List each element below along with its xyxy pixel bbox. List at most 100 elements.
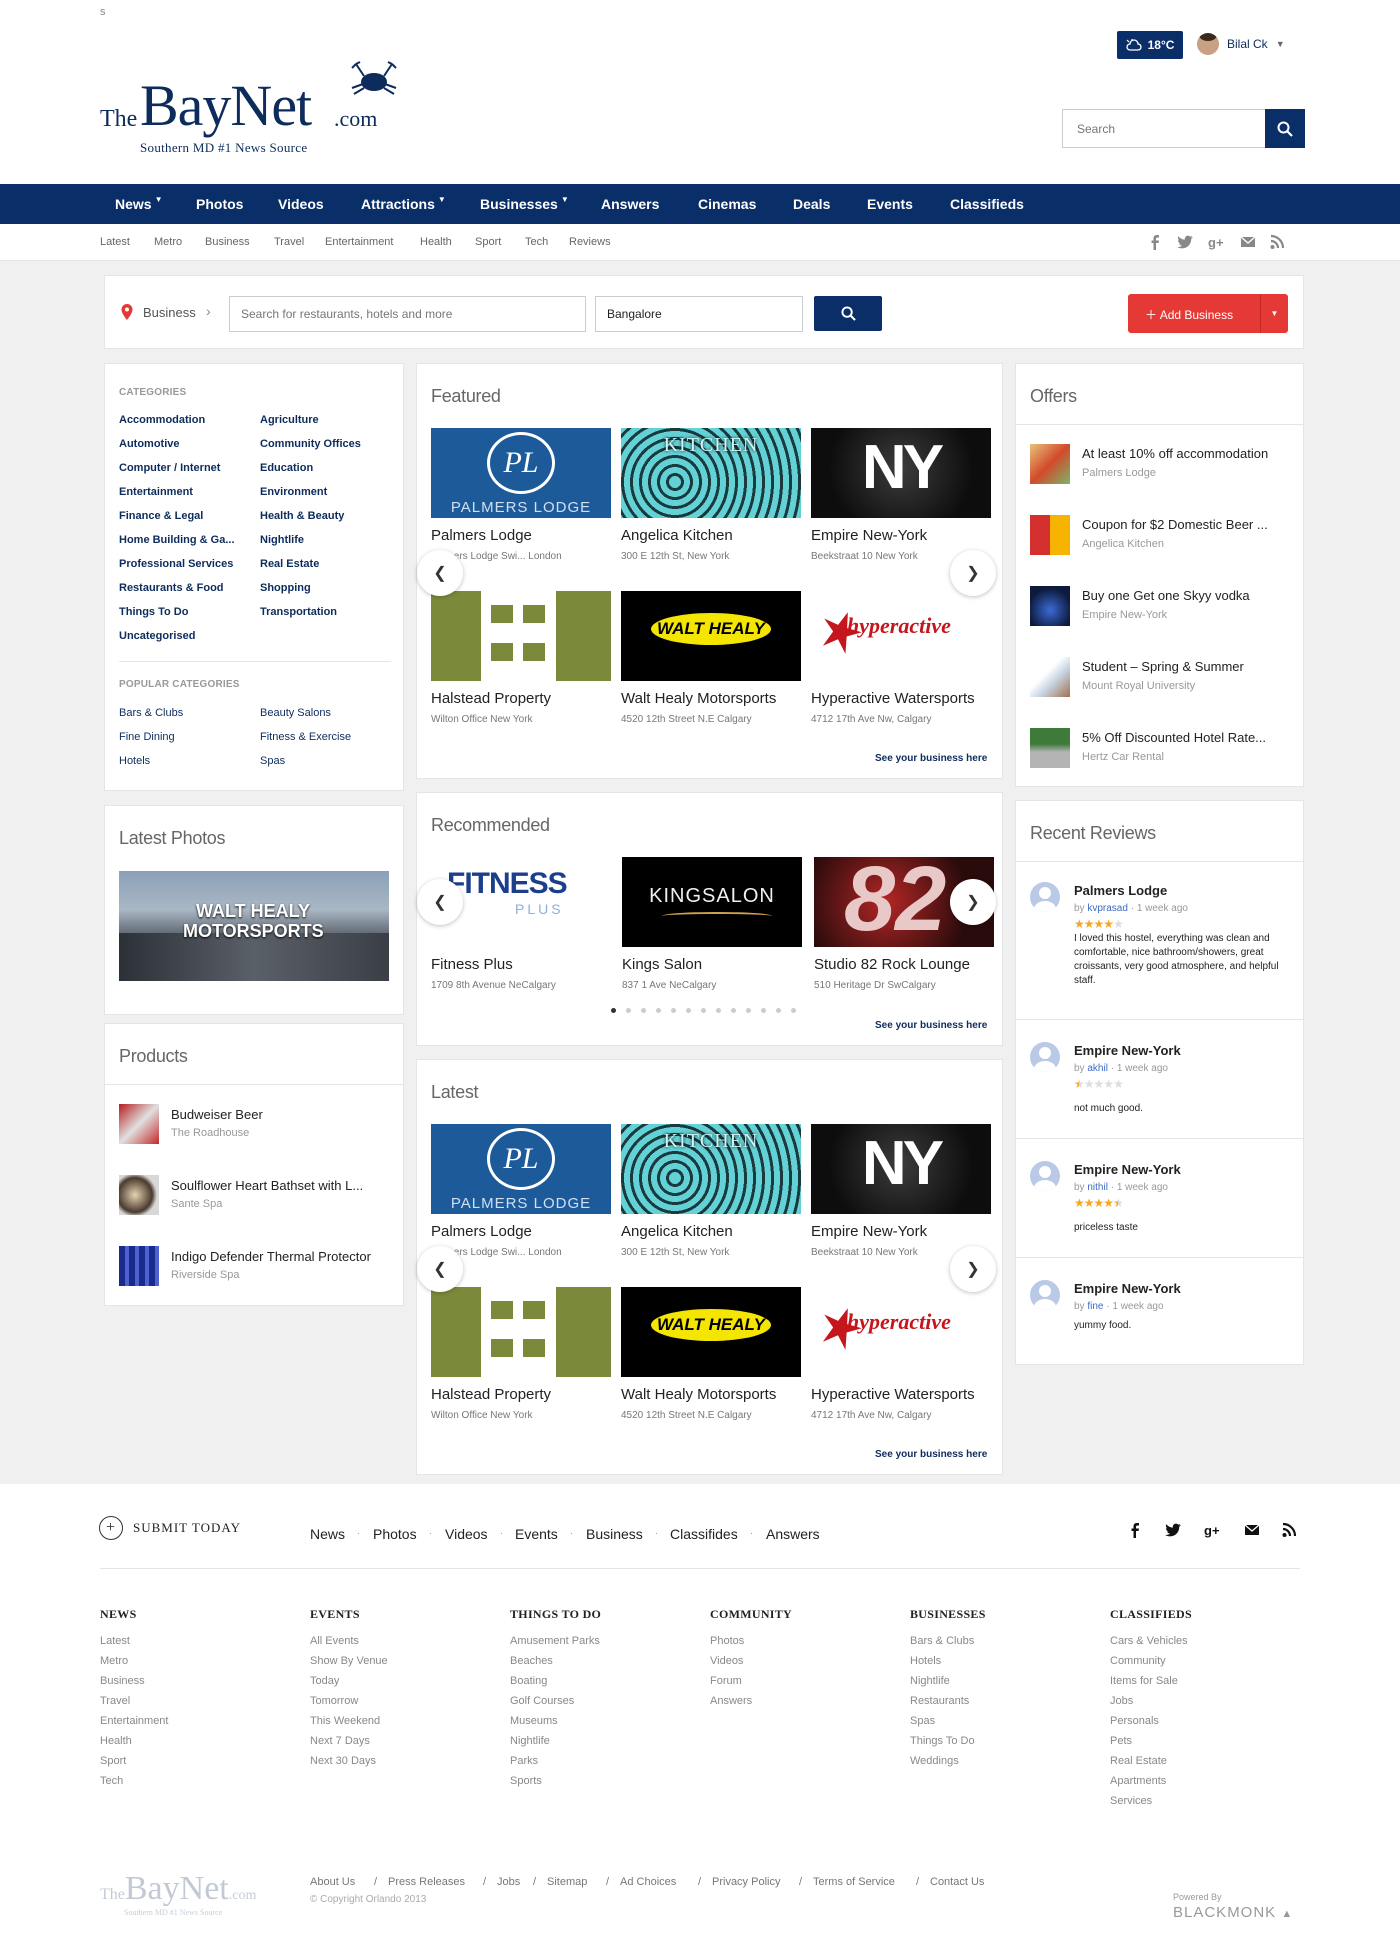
category-item[interactable]: Entertainment <box>119 486 193 498</box>
category-item[interactable]: Community Offices <box>260 438 361 450</box>
offer-title[interactable]: Buy one Get one Skyy vodka <box>1082 588 1250 603</box>
carousel-dot[interactable] <box>641 1008 646 1013</box>
category-item[interactable]: Home Building & Ga... <box>119 534 235 546</box>
subnav-health[interactable]: Health <box>420 236 452 248</box>
nav-news[interactable]: News ▼ <box>115 184 163 224</box>
footer-link-classifides[interactable]: Classifides <box>670 1526 738 1542</box>
business-tile[interactable]: KITCHEN Angelica Kitchen 300 E 12th St, … <box>621 428 801 562</box>
footer-column-link[interactable]: Business <box>100 1675 145 1687</box>
carousel-dot[interactable] <box>716 1008 721 1013</box>
carousel-next-button[interactable]: ❯ <box>950 1246 996 1292</box>
offer-title[interactable]: Student – Spring & Summer <box>1082 659 1244 674</box>
footer-column-link[interactable]: Sports <box>510 1775 542 1787</box>
carousel-dot[interactable] <box>701 1008 706 1013</box>
category-item[interactable]: Computer / Internet <box>119 462 220 474</box>
footer-column-link[interactable]: Bars & Clubs <box>910 1635 974 1647</box>
carousel-next-button[interactable]: ❯ <box>950 550 996 596</box>
blackmonk-logo[interactable]: BLACKMONK ▲ <box>1173 1904 1293 1921</box>
subnav-tech[interactable]: Tech <box>525 236 548 248</box>
google-plus-icon[interactable]: g+ <box>1208 234 1226 250</box>
carousel-dot[interactable] <box>671 1008 676 1013</box>
footer-bottom-link[interactable]: Sitemap <box>547 1876 587 1888</box>
offer-image[interactable] <box>1030 657 1070 697</box>
business-tile[interactable]: hyperactive Hyperactive Watersports 4712… <box>811 1287 991 1421</box>
footer-column-link[interactable]: Golf Courses <box>510 1695 574 1707</box>
footer-column-link[interactable]: Forum <box>710 1675 742 1687</box>
search-button[interactable] <box>1265 109 1305 148</box>
offer-image[interactable] <box>1030 586 1070 626</box>
category-item[interactable]: Uncategorised <box>119 630 195 642</box>
submit-today-button[interactable]: + SUBMIT TODAY <box>99 1516 241 1540</box>
review-business[interactable]: Empire New-York <box>1074 1043 1181 1058</box>
business-tile[interactable]: PL PALMERS LODGE Palmers Lodge Palmers L… <box>431 1124 611 1258</box>
footer-column-link[interactable]: Videos <box>710 1655 743 1667</box>
carousel-prev-button[interactable]: ❮ <box>417 550 463 596</box>
product-name[interactable]: Indigo Defender Thermal Protector <box>171 1249 371 1264</box>
carousel-dot[interactable] <box>611 1008 616 1013</box>
reviewer-link[interactable]: akhil <box>1087 1063 1108 1074</box>
review-business[interactable]: Empire New-York <box>1074 1162 1181 1177</box>
category-item[interactable]: Education <box>260 462 313 474</box>
carousel-dot[interactable] <box>776 1008 781 1013</box>
nav-events[interactable]: Events <box>867 184 913 224</box>
business-tile[interactable]: PL PALMERS LODGE Palmers Lodge Palmers L… <box>431 428 611 562</box>
popular-category-item[interactable]: Spas <box>260 755 285 767</box>
footer-column-link[interactable]: Apartments <box>1110 1775 1166 1787</box>
rss-icon[interactable] <box>1282 1522 1296 1538</box>
business-search-button[interactable] <box>814 296 882 331</box>
business-breadcrumb[interactable]: Business <box>143 305 196 320</box>
see-your-business-link[interactable]: See your business here <box>875 1020 987 1031</box>
category-item[interactable]: Accommodation <box>119 414 205 426</box>
popular-category-item[interactable]: Beauty Salons <box>260 707 331 719</box>
subnav-travel[interactable]: Travel <box>274 236 304 248</box>
footer-column-link[interactable]: Real Estate <box>1110 1755 1167 1767</box>
footer-column-link[interactable]: Personals <box>1110 1715 1159 1727</box>
review-business[interactable]: Palmers Lodge <box>1074 883 1167 898</box>
footer-column-link[interactable]: Cars & Vehicles <box>1110 1635 1188 1647</box>
mail-icon[interactable] <box>1244 1522 1260 1538</box>
carousel-dot[interactable] <box>656 1008 661 1013</box>
footer-column-link[interactable]: Beaches <box>510 1655 553 1667</box>
see-your-business-link[interactable]: See your business here <box>875 753 987 764</box>
category-item[interactable]: Agriculture <box>260 414 319 426</box>
add-business-button[interactable]: ＋ Add Business ▼ <box>1128 294 1288 333</box>
footer-column-link[interactable]: Sport <box>100 1755 126 1767</box>
popular-category-item[interactable]: Hotels <box>119 755 150 767</box>
footer-column-link[interactable]: Tomorrow <box>310 1695 358 1707</box>
footer-link-business[interactable]: Business <box>586 1526 643 1542</box>
footer-column-link[interactable]: This Weekend <box>310 1715 380 1727</box>
popular-category-item[interactable]: Bars & Clubs <box>119 707 183 719</box>
footer-link-answers[interactable]: Answers <box>766 1526 820 1542</box>
footer-bottom-link[interactable]: Contact Us <box>930 1876 984 1888</box>
rss-icon[interactable] <box>1270 234 1284 250</box>
category-item[interactable]: Transportation <box>260 606 337 618</box>
see-your-business-link[interactable]: See your business here <box>875 1449 987 1460</box>
latest-photo[interactable]: WALT HEALY MOTORSPORTS <box>119 871 389 981</box>
search-input[interactable] <box>1063 110 1263 147</box>
footer-column-link[interactable]: Travel <box>100 1695 130 1707</box>
subnav-business[interactable]: Business <box>205 236 250 248</box>
category-item[interactable]: Automotive <box>119 438 180 450</box>
footer-column-link[interactable]: Amusement Parks <box>510 1635 600 1647</box>
subnav-metro[interactable]: Metro <box>154 236 182 248</box>
category-item[interactable]: Professional Services <box>119 558 233 570</box>
offer-title[interactable]: Coupon for $2 Domestic Beer ... <box>1082 517 1268 532</box>
nav-answers[interactable]: Answers <box>601 184 659 224</box>
business-tile[interactable]: KINGSALON Kings Salon 837 1 Ave NeCalgar… <box>622 857 802 991</box>
category-item[interactable]: Finance & Legal <box>119 510 203 522</box>
offer-title[interactable]: At least 10% off accommodation <box>1082 446 1268 461</box>
mail-icon[interactable] <box>1240 234 1256 250</box>
footer-column-link[interactable]: Next 7 Days <box>310 1735 370 1747</box>
business-tile[interactable]: KITCHEN Angelica Kitchen 300 E 12th St, … <box>621 1124 801 1258</box>
popular-category-item[interactable]: Fine Dining <box>119 731 175 743</box>
footer-column-link[interactable]: Latest <box>100 1635 130 1647</box>
footer-column-link[interactable]: Services <box>1110 1795 1152 1807</box>
nav-videos[interactable]: Videos <box>278 184 324 224</box>
twitter-icon[interactable] <box>1176 234 1194 250</box>
footer-column-link[interactable]: Next 30 Days <box>310 1755 376 1767</box>
reviewer-link[interactable]: kvprasad <box>1087 903 1128 914</box>
footer-column-link[interactable]: Nightlife <box>910 1675 950 1687</box>
carousel-dot[interactable] <box>791 1008 796 1013</box>
footer-bottom-link[interactable]: Ad Choices <box>620 1876 676 1888</box>
footer-column-link[interactable]: Entertainment <box>100 1715 168 1727</box>
